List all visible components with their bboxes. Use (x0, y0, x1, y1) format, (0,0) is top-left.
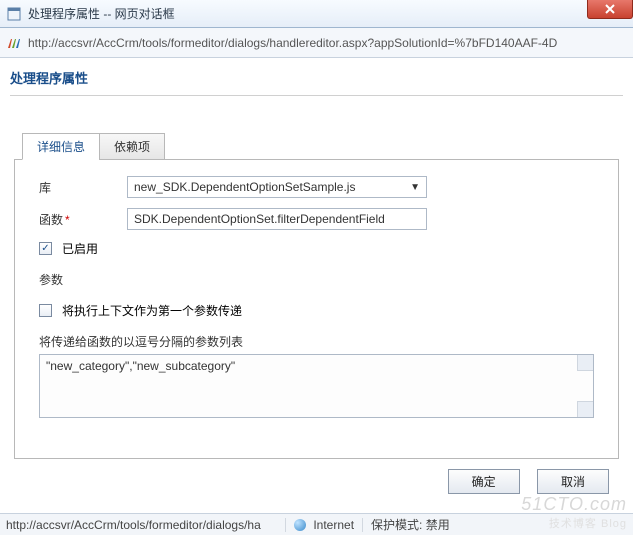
enabled-checkbox[interactable]: ✓ (39, 242, 52, 255)
status-zone: Internet (294, 518, 363, 532)
ok-button[interactable]: 确定 (448, 469, 520, 494)
pass-context-checkbox[interactable] (39, 304, 52, 317)
window-title: 处理程序属性 -- 网页对话框 (28, 5, 175, 22)
tab-details[interactable]: 详细信息 (22, 133, 100, 160)
close-button[interactable] (587, 0, 633, 19)
app-icon (6, 6, 22, 22)
tab-strip: 详细信息 依赖项 (22, 132, 623, 159)
library-label: 库 (39, 179, 127, 196)
details-panel: 库 new_SDK.DependentOptionSetSample.js ▼ … (14, 159, 619, 459)
divider (10, 95, 623, 96)
globe-icon (294, 519, 306, 531)
pass-context-label: 将执行上下文作为第一个参数传递 (62, 302, 242, 319)
params-heading: 参数 (39, 271, 594, 288)
row-enabled: ✓ 已启用 (39, 240, 594, 257)
cancel-button[interactable]: 取消 (537, 469, 609, 494)
library-select[interactable]: new_SDK.DependentOptionSetSample.js ▼ (127, 176, 427, 198)
function-input[interactable] (127, 208, 427, 230)
window-titlebar: 处理程序属性 -- 网页对话框 (0, 0, 633, 28)
tab-dependencies[interactable]: 依赖项 (99, 133, 165, 160)
chevron-down-icon: ▼ (410, 182, 420, 193)
row-library: 库 new_SDK.DependentOptionSetSample.js ▼ (39, 176, 594, 198)
library-value: new_SDK.DependentOptionSetSample.js (134, 180, 355, 194)
status-protected-mode: 保护模式: 禁用 (371, 516, 458, 533)
enabled-label: 已启用 (62, 240, 98, 257)
scroll-down-button[interactable] (577, 401, 593, 417)
crm-icon (6, 35, 22, 51)
address-url: http://accsvr/AccCrm/tools/formeditor/di… (28, 36, 627, 50)
page-title: 处理程序属性 (10, 64, 623, 95)
params-desc: 将传递给函数的以逗号分隔的参数列表 (39, 333, 594, 350)
row-pass-context: 将执行上下文作为第一个参数传递 (39, 302, 594, 319)
status-url: http://accsvr/AccCrm/tools/formeditor/di… (6, 518, 286, 532)
function-label: 函数* (39, 211, 127, 228)
scroll-up-button[interactable] (577, 355, 593, 371)
dialog-buttons: 确定 取消 (10, 459, 623, 500)
params-textarea[interactable]: "new_category","new_subcategory" (39, 354, 594, 418)
params-value: "new_category","new_subcategory" (46, 359, 235, 373)
row-function: 函数* (39, 208, 594, 230)
address-bar: http://accsvr/AccCrm/tools/formeditor/di… (0, 28, 633, 58)
status-bar: http://accsvr/AccCrm/tools/formeditor/di… (0, 513, 633, 535)
dialog-content: 处理程序属性 详细信息 依赖项 库 new_SDK.DependentOptio… (0, 58, 633, 500)
